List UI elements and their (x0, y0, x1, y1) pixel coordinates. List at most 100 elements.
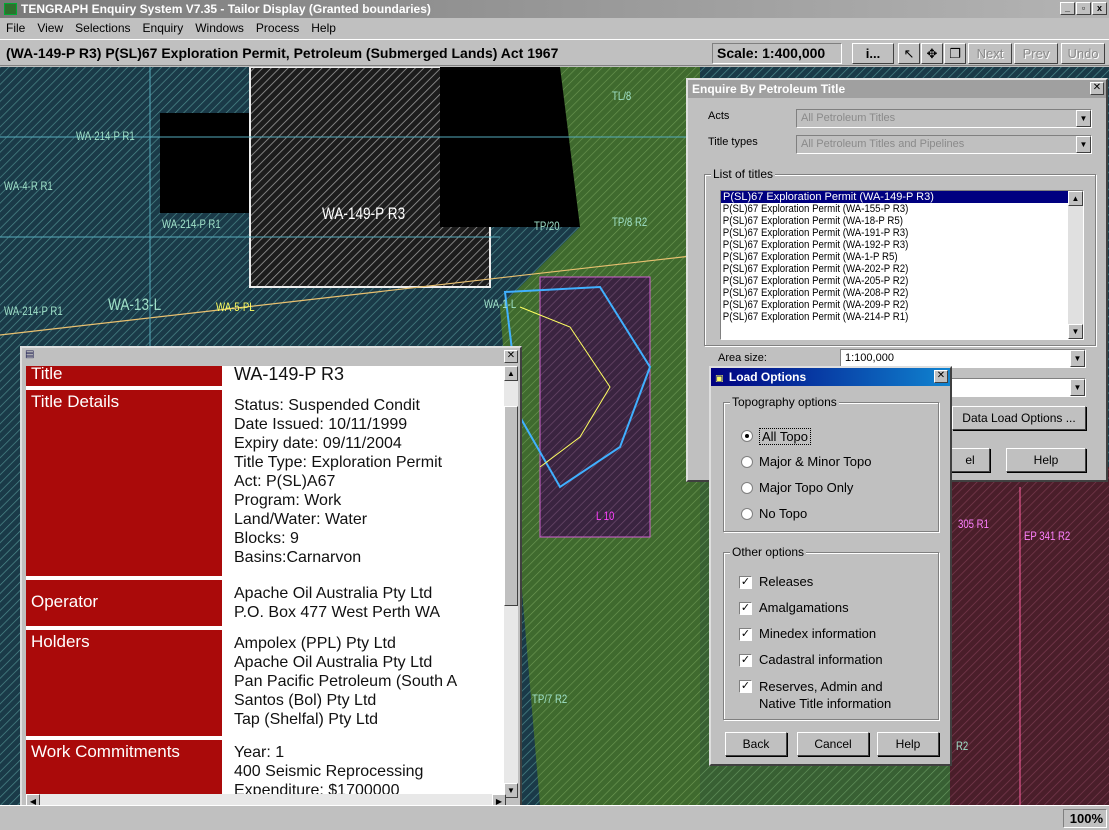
data-load-options-button[interactable]: Data Load Options ... (952, 406, 1086, 430)
document-icon: ▤ (25, 349, 35, 360)
zoom-level: 100% (1063, 809, 1107, 828)
map-label: L 10 (596, 509, 615, 523)
close-icon[interactable]: ✕ (1090, 82, 1104, 95)
scroll-thumb[interactable] (504, 406, 518, 606)
close-icon[interactable]: ✕ (504, 350, 518, 363)
scroll-up-icon[interactable]: ▲ (1068, 191, 1083, 206)
area-size-label: Area size: (718, 352, 767, 364)
list-item[interactable]: P(SL)67 Exploration Permit (WA-214-P R1) (721, 311, 1040, 323)
menu-file[interactable]: File (6, 21, 25, 35)
help-button[interactable]: Help (1006, 448, 1086, 472)
list-item[interactable]: P(SL)67 Exploration Permit (WA-191-P R3) (721, 227, 1040, 239)
topo-option-major-minor[interactable]: Major & Minor Topo (741, 454, 871, 469)
next-button[interactable]: Next (968, 43, 1012, 64)
list-item[interactable]: P(SL)67 Exploration Permit (WA-205-P R2) (721, 275, 1040, 287)
map-label: WA-1-L (484, 297, 517, 311)
cadastral-checkbox[interactable]: ✓ Cadastral information (739, 652, 883, 667)
menu-selections[interactable]: Selections (75, 21, 130, 35)
titles-listbox[interactable]: P(SL)67 Exploration Permit (WA-149-P R3)… (720, 190, 1084, 340)
list-of-titles-label: List of titles (711, 167, 776, 181)
reserves-checkbox[interactable]: ✓ Reserves, Admin and Native Title infor… (739, 678, 891, 712)
cancel-button[interactable]: el (950, 448, 990, 472)
checkbox-label: Native Title information (759, 696, 892, 711)
row-header-title-details: Title Details (26, 390, 222, 576)
topo-option-none[interactable]: No Topo (741, 506, 807, 521)
radio-icon[interactable] (741, 482, 753, 494)
title-details-caption: ▤ ✕ (22, 348, 520, 364)
zoom-box-tool-button[interactable]: ❐ (944, 43, 966, 64)
map-label: TL/8 (612, 89, 632, 103)
minimize-button[interactable]: _ (1060, 2, 1075, 15)
checkmark-icon[interactable]: ✓ (739, 576, 752, 589)
chevron-down-icon[interactable]: ▼ (1076, 136, 1091, 153)
close-button[interactable]: x (1092, 2, 1107, 15)
radio-icon[interactable] (741, 508, 753, 520)
minedex-checkbox[interactable]: ✓ Minedex information (739, 626, 876, 641)
scroll-down-icon[interactable]: ▼ (504, 783, 518, 798)
prev-button[interactable]: Prev (1014, 43, 1058, 64)
help-button[interactable]: Help (877, 732, 939, 756)
amalgamations-checkbox[interactable]: ✓ Amalgamations (739, 600, 849, 615)
scale-display: Scale: 1:400,000 (712, 43, 842, 64)
list-item[interactable]: P(SL)67 Exploration Permit (WA-155-P R3) (721, 203, 1040, 215)
map-label: TP/20 (534, 219, 560, 233)
topo-option-major-only[interactable]: Major Topo Only (741, 480, 853, 495)
undo-button[interactable]: Undo (1061, 43, 1105, 64)
detail-line: Title Type: Exploration Permit (234, 454, 443, 471)
list-item[interactable]: P(SL)67 Exploration Permit (WA-209-P R2) (721, 299, 1040, 311)
status-bar: 100% (0, 805, 1109, 830)
maximize-button[interactable]: ▫ (1076, 2, 1091, 15)
cancel-button[interactable]: Cancel (797, 732, 869, 756)
title-value: WA-149-P R3 (234, 366, 345, 384)
scroll-up-icon[interactable]: ▲ (504, 366, 518, 381)
list-item[interactable]: P(SL)67 Exploration Permit (WA-149-P R3) (721, 191, 1083, 203)
pan-tool-button[interactable]: ✥ (921, 43, 943, 64)
crosshair-icon: ✥ (926, 46, 938, 61)
detail-line: Act: P(SL)A67 (234, 473, 336, 490)
radio-selected-icon[interactable] (741, 430, 753, 442)
menu-windows[interactable]: Windows (195, 21, 244, 35)
title-details-content: Title WA-149-P R3 Title Details Status: … (26, 366, 506, 798)
topo-option-all[interactable]: All Topo (741, 428, 812, 445)
title-types-label: Title types (708, 136, 758, 148)
checkmark-icon[interactable]: ✓ (739, 628, 752, 641)
chevron-down-icon[interactable]: ▼ (1070, 379, 1085, 396)
back-button[interactable]: Back (725, 732, 787, 756)
map-label: WA-149-P R3 (322, 204, 406, 223)
list-item[interactable]: P(SL)67 Exploration Permit (WA-202-P R2) (721, 263, 1040, 275)
scroll-down-icon[interactable]: ▼ (1068, 324, 1083, 339)
holder-line: Apache Oil Australia Pty Ltd (234, 654, 433, 671)
selected-title-text: (WA-149-P R3) P(SL)67 Exploration Permit… (6, 45, 559, 61)
map-label: EP 341 R2 (1024, 529, 1071, 543)
checkmark-icon[interactable]: ✓ (739, 654, 752, 667)
pointer-tool-button[interactable]: ↖ (898, 43, 920, 64)
topo-option-label: Major Topo Only (759, 480, 854, 495)
enquire-dialog-caption: Enquire By Petroleum Title ✕ (688, 80, 1106, 98)
list-item[interactable]: P(SL)67 Exploration Permit (WA-192-P R3) (721, 239, 1040, 251)
chevron-down-icon[interactable]: ▼ (1070, 350, 1085, 367)
close-icon[interactable]: ✕ (934, 370, 948, 383)
checkmark-icon[interactable]: ✓ (739, 602, 752, 615)
list-item[interactable]: P(SL)67 Exploration Permit (WA-208-P R2) (721, 287, 1040, 299)
detail-line: Status: Suspended Condit (234, 397, 420, 414)
title-types-select[interactable]: All Petroleum Titles and Pipelines ▼ (796, 135, 1092, 154)
list-item[interactable]: P(SL)67 Exploration Permit (WA-18-P R5) (721, 215, 1040, 227)
menu-process[interactable]: Process (256, 21, 299, 35)
detail-line: Land/Water: Water (234, 511, 368, 528)
info-button[interactable]: i... (852, 43, 894, 64)
map-label: 305 R1 (958, 517, 989, 531)
checkbox-label: Reserves, Admin and (759, 679, 883, 694)
releases-checkbox[interactable]: ✓ Releases (739, 574, 813, 589)
menu-help[interactable]: Help (311, 21, 336, 35)
holder-line: Tap (Shelfal) Pty Ltd (234, 711, 379, 728)
acts-select[interactable]: All Petroleum Titles ▼ (796, 109, 1092, 128)
checkmark-icon[interactable]: ✓ (739, 680, 752, 693)
menu-view[interactable]: View (37, 21, 63, 35)
app-mini-icon: ▣ (715, 373, 724, 383)
menu-enquiry[interactable]: Enquiry (143, 21, 184, 35)
list-item[interactable]: P(SL)67 Exploration Permit (WA-1-P R5) (721, 251, 1040, 263)
radio-icon[interactable] (741, 456, 753, 468)
titles-scrollbar[interactable]: ▲ ▼ (1068, 191, 1083, 339)
popup-vertical-scrollbar[interactable]: ▲ ▼ (504, 366, 518, 798)
chevron-down-icon[interactable]: ▼ (1076, 110, 1091, 127)
